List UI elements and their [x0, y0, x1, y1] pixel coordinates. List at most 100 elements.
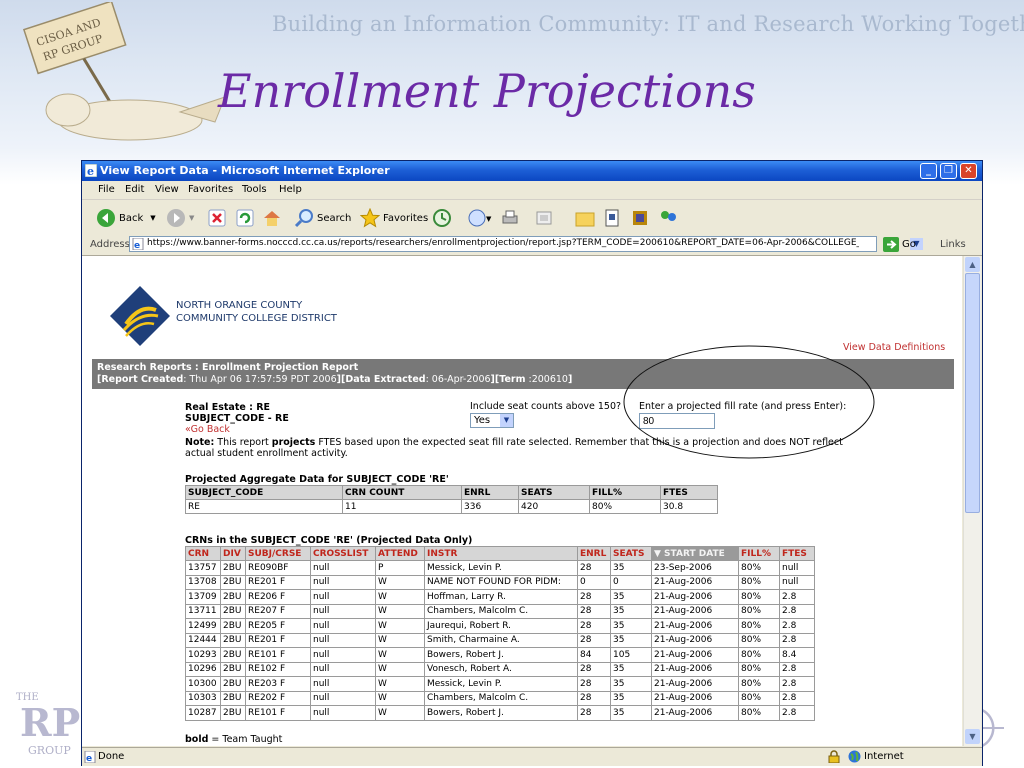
emblem-icon: [981, 708, 1004, 748]
edit-icon[interactable]: [534, 207, 554, 229]
table-row: 13709 2BU RE206 Fnull W Hoffman, Larry R. 28 3…: [185, 589, 815, 605]
security-zone: Internet: [864, 751, 904, 762]
crn-cell-seats: 35: [610, 618, 652, 634]
agg-cell: 80%: [589, 499, 661, 514]
search-label: Search: [317, 212, 352, 224]
crn-header-fill[interactable]: FILL%: [738, 546, 780, 561]
table-row: RE 11 336 420 80% 30.8: [185, 499, 718, 514]
folder-icon[interactable]: [574, 207, 596, 229]
research-icon[interactable]: [602, 207, 622, 229]
crn-cell-instr: Vonesch, Robert A.: [424, 661, 578, 677]
crn-cell-enrl: 28: [577, 560, 611, 576]
crn-header-instr[interactable]: INSTR: [424, 546, 578, 561]
crn-header-enrl[interactable]: ENRL: [577, 546, 611, 561]
menu-file[interactable]: File: [98, 184, 115, 195]
crn-cell-attend: W: [375, 603, 425, 619]
mail-icon[interactable]: ▼: [468, 207, 492, 229]
crn-cell-attend: W: [375, 690, 425, 706]
chevron-down-icon[interactable]: ▼: [500, 414, 513, 427]
minimize-button[interactable]: _: [920, 163, 937, 179]
crn-cell-div: 2BU: [220, 603, 246, 619]
address-input[interactable]: e https://www.banner-forms.nocccd.cc.ca.…: [129, 236, 923, 252]
crn-header-crosslist[interactable]: CROSSLIST: [310, 546, 376, 561]
subject-code-label: SUBJECT_CODE - RE: [185, 413, 289, 424]
scroll-thumb[interactable]: [965, 273, 980, 513]
crn-cell-subj-crse: RE202 F: [245, 690, 311, 706]
refresh-icon[interactable]: [236, 207, 254, 229]
menu-view[interactable]: View: [155, 184, 179, 195]
status-text: Done: [98, 751, 125, 762]
crn-header-div[interactable]: DIV: [220, 546, 246, 561]
crn-cell-subj-crse: RE207 F: [245, 603, 311, 619]
crn-cell-seats: 35: [610, 589, 652, 605]
crn-header-start-date[interactable]: ▼ START DATE: [651, 546, 739, 561]
crn-cell-div: 2BU: [220, 574, 246, 590]
crn-header-subj-crse[interactable]: SUBJ/CRSE: [245, 546, 311, 561]
crn-cell-div: 2BU: [220, 705, 246, 721]
crn-cell-crosslist: null: [310, 603, 376, 619]
crn-cell-subj-crse: RE090BF: [245, 560, 311, 576]
crn-cell-instr: Messick, Levin P.: [424, 676, 578, 692]
note-text-1: This report: [214, 437, 272, 448]
close-button[interactable]: ✕: [960, 163, 977, 179]
crn-cell-ftes: 2.8: [779, 618, 815, 634]
crn-cell-instr: Bowers, Robert J.: [424, 705, 578, 721]
term-label: Term: [499, 374, 526, 385]
favorites-button[interactable]: Favorites: [360, 207, 428, 229]
menu-favorites[interactable]: Favorites: [188, 184, 233, 195]
crn-cell-enrl: 28: [577, 589, 611, 605]
slide-tagline: Building an Information Community: IT an…: [272, 12, 1024, 36]
print-icon[interactable]: [500, 207, 520, 229]
district-name-line-1: NORTH ORANGE COUNTY: [176, 300, 303, 311]
ie-icon: e: [85, 164, 97, 177]
menu-edit[interactable]: Edit: [125, 184, 144, 195]
page-content: NORTH ORANGE COUNTY COMMUNITY COLLEGE DI…: [82, 256, 962, 746]
forward-dropdown-icon[interactable]: ▼: [189, 214, 194, 222]
back-button[interactable]: Back ▼: [96, 207, 156, 229]
crn-cell-seats: 0: [610, 574, 652, 590]
vertical-scrollbar[interactable]: ▲ ▼: [963, 256, 981, 746]
include-seats-select[interactable]: Yes ▼: [470, 413, 514, 428]
maximize-button[interactable]: ❐: [940, 163, 957, 179]
crn-cell-ftes: 2.8: [779, 690, 815, 706]
back-dropdown-icon[interactable]: ▼: [150, 214, 155, 222]
menu-tools[interactable]: Tools: [242, 184, 267, 195]
crn-header-attend[interactable]: ATTEND: [375, 546, 425, 561]
history-icon[interactable]: [432, 207, 452, 229]
svg-text:e: e: [134, 241, 140, 250]
crn-cell-attend: W: [375, 705, 425, 721]
district-name-line-2: COMMUNITY COLLEGE DISTRICT: [176, 313, 337, 324]
stop-icon[interactable]: [208, 207, 226, 229]
go-button[interactable]: Go: [883, 237, 916, 252]
messenger-icon[interactable]: [658, 207, 680, 229]
crn-cell-start-date: 21-Aug-2006: [651, 618, 739, 634]
crn-cell-start-date: 23-Sep-2006: [651, 560, 739, 576]
agg-cell: 420: [518, 499, 590, 514]
scroll-up-icon[interactable]: ▲: [965, 257, 980, 272]
title-bar[interactable]: e View Report Data - Microsoft Internet …: [82, 161, 982, 181]
scroll-down-icon[interactable]: ▼: [965, 729, 980, 744]
crn-cell-crosslist: null: [310, 676, 376, 692]
go-back-link[interactable]: «Go Back: [185, 424, 289, 435]
district-logo-icon: [110, 286, 170, 346]
crn-header-crn[interactable]: CRN: [185, 546, 221, 561]
search-button[interactable]: Search: [294, 207, 351, 229]
crn-cell-subj-crse: RE203 F: [245, 676, 311, 692]
forward-button[interactable]: ▼: [166, 207, 194, 229]
crn-cell-fill: 80%: [738, 574, 780, 590]
crn-cell-subj-crse: RE201 F: [245, 632, 311, 648]
crn-cell-start-date: 21-Aug-2006: [651, 603, 739, 619]
links-button[interactable]: Links: [940, 239, 966, 250]
menu-help[interactable]: Help: [279, 184, 302, 195]
home-icon[interactable]: [262, 207, 282, 229]
crn-cell-subj-crse: RE205 F: [245, 618, 311, 634]
crn-cell-enrl: 84: [577, 647, 611, 663]
crn-cell-fill: 80%: [738, 632, 780, 648]
crn-header-seats[interactable]: SEATS: [610, 546, 652, 561]
crn-cell-enrl: 28: [577, 618, 611, 634]
crn-cell-crosslist: null: [310, 618, 376, 634]
agg-header-subject-code: SUBJECT_CODE: [185, 485, 343, 500]
book-icon[interactable]: [630, 207, 650, 229]
include-seats-label: Include seat counts above 150?: [470, 401, 622, 412]
crn-header-ftes[interactable]: FTES: [779, 546, 815, 561]
